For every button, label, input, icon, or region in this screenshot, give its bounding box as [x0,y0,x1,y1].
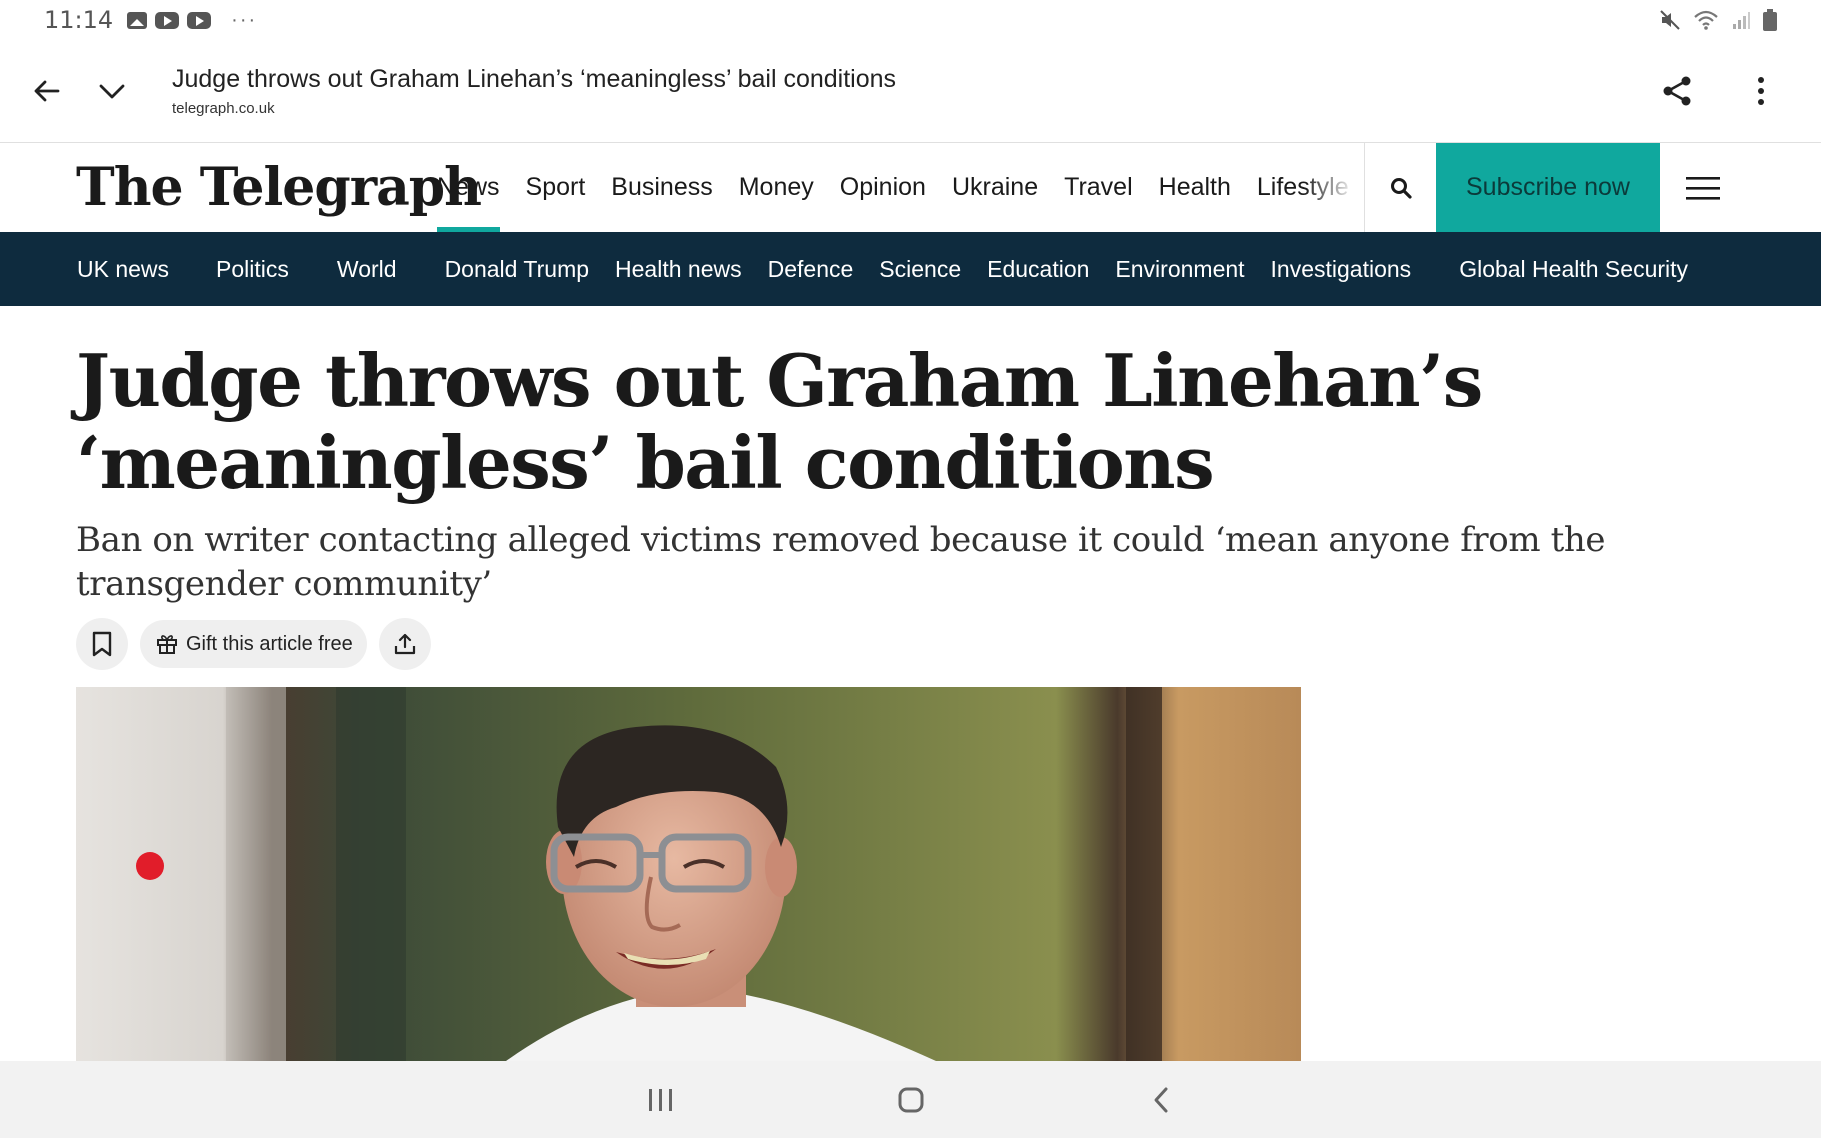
section-item-global-health-security[interactable]: Global Health Security [1459,256,1688,283]
page-title: Judge throws out Graham Linehan’s ‘meani… [172,65,897,93]
upload-share-icon [394,633,415,655]
page-info: Judge throws out Graham Linehan’s ‘meani… [172,65,896,117]
gift-article-label: Gift this article free [186,632,353,655]
back-button[interactable] [26,71,66,111]
search-icon [1390,177,1412,199]
section-item-defence[interactable]: Defence [768,256,854,283]
section-item-education[interactable]: Education [987,256,1089,283]
nav-item-news[interactable]: News [424,143,513,232]
wifi-icon [1694,10,1718,30]
signal-icon [1733,12,1750,29]
section-item-uk-news[interactable]: UK news [77,256,169,283]
section-item-donald-trump[interactable]: Donald Trump [445,256,589,283]
article-headline: Judge throws out Graham Linehan’s ‘meani… [76,338,1483,505]
subscribe-button[interactable]: Subscribe now [1436,143,1660,232]
home-button[interactable] [891,1080,931,1120]
nav-item-sport[interactable]: Sport [513,143,599,232]
section-item-health-news[interactable]: Health news [615,256,742,283]
battery-icon [1763,9,1777,31]
gift-icon [157,635,177,654]
section-item-environment[interactable]: Environment [1115,256,1244,283]
nav-item-opinion[interactable]: Opinion [827,143,939,232]
search-button[interactable] [1364,143,1436,232]
nav-item-ukraine[interactable]: Ukraine [939,143,1051,232]
telegraph-logo[interactable]: The Telegraph [76,143,482,232]
nav-item-travel[interactable]: Travel [1051,143,1146,232]
youtube-icon [187,11,212,29]
main-nav: News Sport Business Money Opinion Ukrain… [424,143,1364,232]
mute-icon [1660,10,1680,30]
menu-button[interactable] [1660,143,1746,232]
collapse-button[interactable] [92,71,132,111]
nav-overflow-fade [1304,143,1364,232]
nav-item-money[interactable]: Money [726,143,827,232]
share-icon [1663,76,1691,106]
article-tools: Gift this article free [76,618,431,670]
section-item-world[interactable]: World [337,256,397,283]
chevron-down-icon [99,84,125,99]
arrow-left-icon [34,80,60,102]
share-article-button[interactable] [378,618,431,670]
recent-apps-button[interactable] [641,1080,681,1120]
section-nav: UK news Politics World Donald Trump Heal… [0,232,1821,306]
more-vertical-icon [1758,77,1764,105]
site-header: The Telegraph News Sport Business Money … [0,143,1821,232]
article-standfirst: Ban on writer contacting alleged victims… [76,520,1606,604]
status-time: 11:14 [44,6,114,34]
youtube-icon [155,11,180,29]
gift-article-button[interactable]: Gift this article free [140,620,367,668]
gallery-icon [127,11,148,29]
more-options-button[interactable] [1741,71,1781,111]
article-photo [76,687,1301,1061]
more-notifications-indicator: ··· [231,8,258,31]
status-bar: 11:14 ··· [0,0,1821,40]
chevron-left-icon [1154,1087,1167,1112]
page-domain: telegraph.co.uk [172,100,275,117]
section-item-investigations[interactable]: Investigations [1271,256,1412,283]
hamburger-icon [1686,176,1720,200]
browser-toolbar: Judge throws out Graham Linehan’s ‘meani… [0,40,1821,143]
section-item-politics[interactable]: Politics [216,256,289,283]
system-navigation-bar [0,1061,1821,1138]
bookmark-icon [92,631,112,657]
system-back-button[interactable] [1141,1080,1181,1120]
photo-illustration [76,687,1301,1061]
share-button[interactable] [1657,71,1697,111]
recent-apps-icon [648,1088,672,1111]
home-icon [898,1087,923,1112]
nav-item-business[interactable]: Business [598,143,725,232]
nav-item-health[interactable]: Health [1146,143,1244,232]
section-item-science[interactable]: Science [879,256,961,283]
bookmark-button[interactable] [76,618,128,670]
